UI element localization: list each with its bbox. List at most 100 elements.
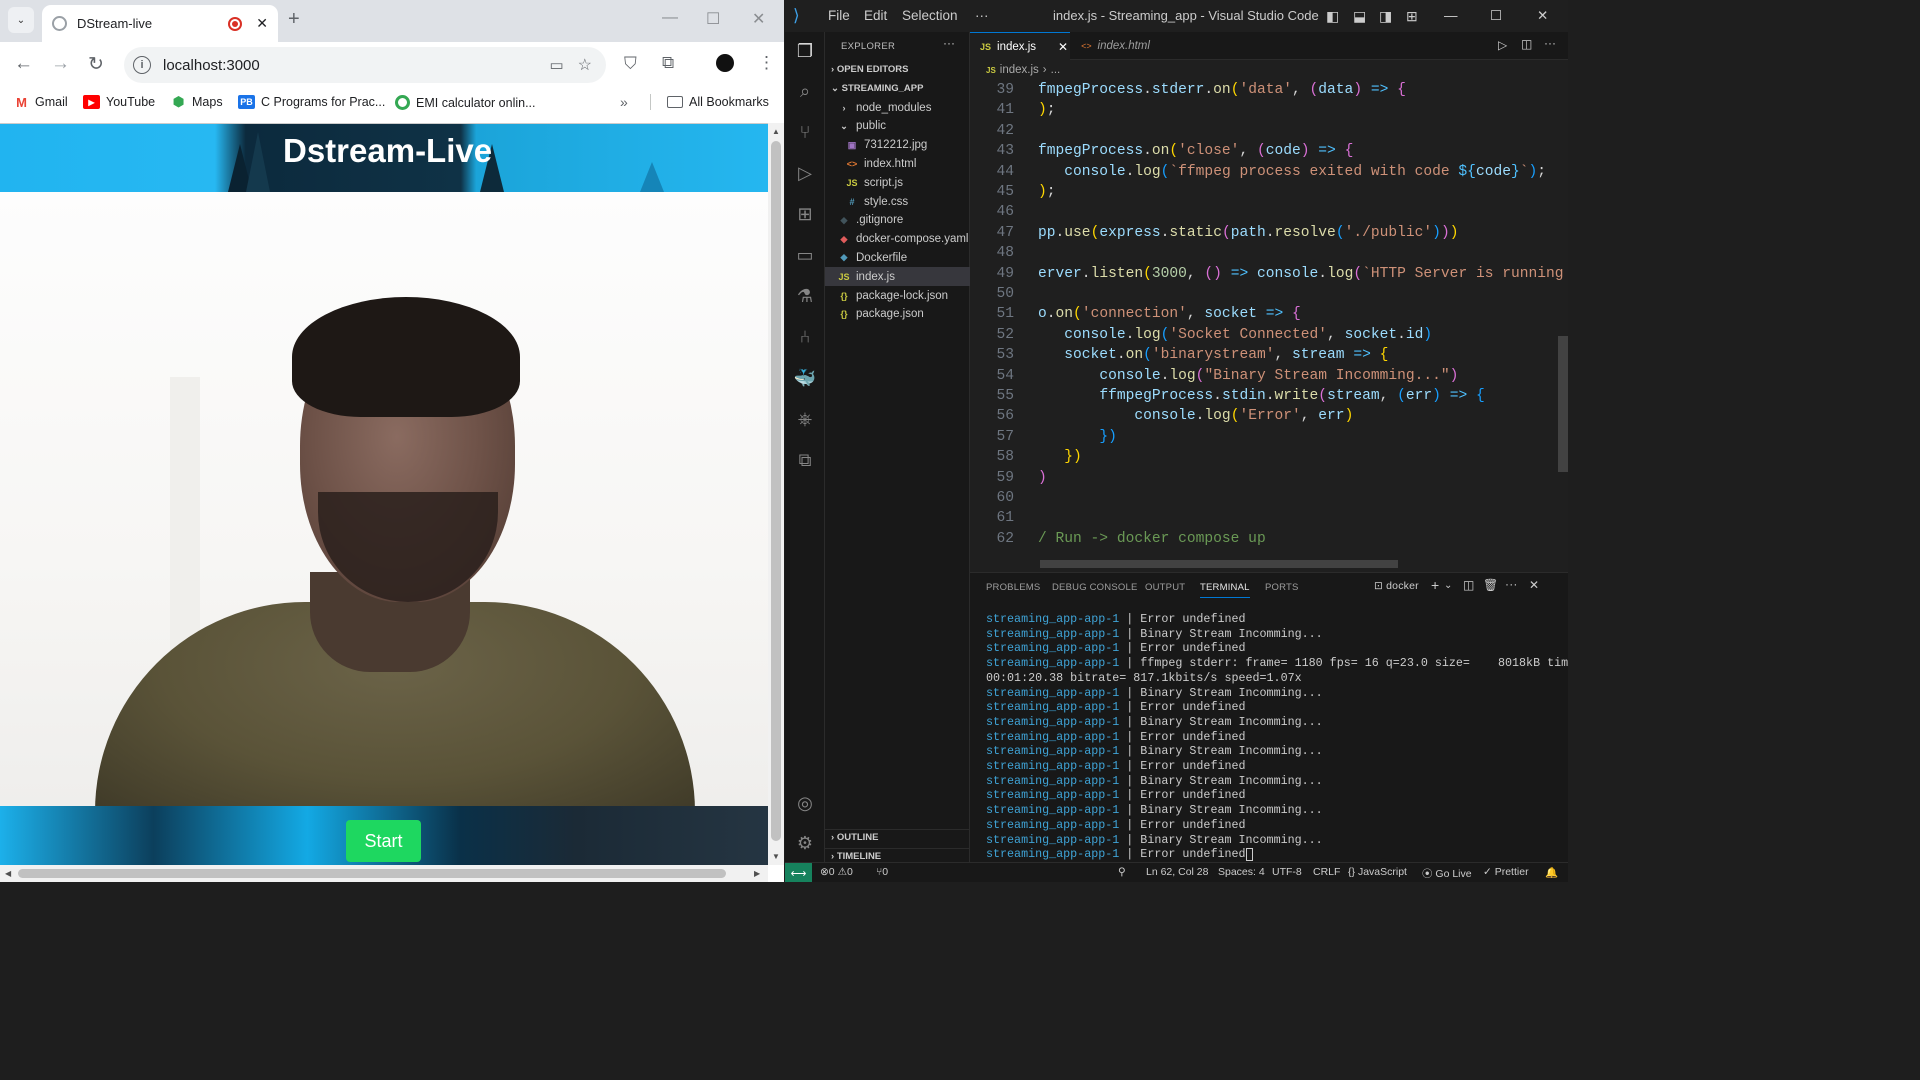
close-panel-icon[interactable]: ✕: [1529, 578, 1539, 592]
file-tree-item[interactable]: ⌄ public: [825, 117, 970, 136]
tab-output[interactable]: OUTPUT: [1145, 582, 1185, 593]
terminal-selector[interactable]: ⊡ docker: [1374, 580, 1419, 592]
editor-more-icon[interactable]: ···: [1544, 36, 1556, 50]
timeline-section[interactable]: › TIMELINE: [825, 848, 970, 862]
eol[interactable]: CRLF: [1313, 866, 1340, 878]
menu-kebab-icon[interactable]: ⋮: [758, 53, 775, 73]
kill-terminal-icon[interactable]: 🗑: [1483, 578, 1498, 592]
close-tab-icon[interactable]: ✕: [1058, 40, 1068, 54]
file-tree-item[interactable]: <> index.html: [825, 154, 970, 173]
menu-edit[interactable]: Edit: [864, 8, 887, 23]
vscode-close-button[interactable]: ✕: [1537, 8, 1548, 24]
testing-icon[interactable]: ⚗: [794, 285, 816, 307]
tab-ports[interactable]: PORTS: [1265, 582, 1299, 593]
new-terminal-icon[interactable]: +: [1431, 577, 1439, 593]
browser-tab[interactable]: DStream-live ✕: [42, 5, 278, 42]
tab-problems[interactable]: PROBLEMS: [986, 582, 1040, 593]
back-button[interactable]: ←: [14, 53, 33, 75]
docker-icon[interactable]: 🐳: [794, 367, 816, 389]
reload-button[interactable]: ↻: [88, 53, 104, 76]
git-graph-icon[interactable]: ⑃: [794, 326, 816, 348]
zoom-icon[interactable]: ⚲: [1118, 866, 1126, 878]
file-tree-item[interactable]: JS index.js: [825, 267, 970, 287]
file-tree-item[interactable]: JS script.js: [825, 173, 970, 192]
file-tree-item[interactable]: {} package-lock.json: [825, 286, 970, 305]
bookmark-maps[interactable]: ⬢ Maps: [171, 94, 223, 109]
file-tree-item[interactable]: ◆ .gitignore: [825, 211, 970, 230]
language-mode[interactable]: {} JavaScript: [1348, 866, 1407, 878]
go-live-button[interactable]: ⦿ Go Live: [1422, 866, 1472, 881]
bookmark-c-programs[interactable]: PB C Programs for Prac...: [238, 95, 385, 109]
editor-vertical-scrollbar[interactable]: [1556, 80, 1568, 560]
tab-search-button[interactable]: ⌄: [8, 7, 34, 33]
more-bookmarks-icon[interactable]: »: [620, 94, 628, 110]
file-tree-item[interactable]: {} package.json: [825, 305, 970, 324]
remote-indicator-icon[interactable]: ⟷: [785, 863, 812, 882]
vertical-scrollbar[interactable]: ▲ ▼: [768, 123, 784, 865]
camera-icon[interactable]: ▭: [549, 56, 563, 74]
menu-more[interactable]: ···: [975, 8, 989, 23]
open-editors-section[interactable]: › OPEN EDITORS: [825, 64, 970, 75]
breadcrumb-file[interactable]: index.js: [1000, 64, 1039, 76]
start-button[interactable]: Start: [346, 820, 421, 862]
minimize-button[interactable]: —: [662, 9, 678, 27]
run-debug-icon[interactable]: ▷: [794, 162, 816, 184]
code-editor[interactable]: 39 fmpegProcess.stderr.on('data', (data) …: [970, 80, 1568, 560]
project-manager-icon[interactable]: ⧉: [794, 449, 816, 471]
close-tab-icon[interactable]: ✕: [256, 15, 268, 32]
project-section[interactable]: ⌄ STREAMING_APP: [825, 83, 970, 94]
kubernetes-icon[interactable]: ⎈: [794, 408, 816, 430]
split-terminal-icon[interactable]: ◫: [1463, 578, 1475, 592]
menu-selection[interactable]: Selection: [902, 8, 958, 23]
close-window-button[interactable]: ✕: [752, 9, 765, 29]
tab-terminal[interactable]: TERMINAL: [1200, 582, 1250, 598]
address-bar[interactable]: i localhost:3000 ▭ ☆: [124, 47, 606, 83]
shield-icon[interactable]: ⛉: [624, 54, 637, 74]
prettier-status[interactable]: ✓ Prettier: [1483, 866, 1529, 878]
remote-explorer-icon[interactable]: ▭: [794, 244, 816, 266]
terminal-dropdown-icon[interactable]: ⌄: [1444, 580, 1453, 591]
search-icon[interactable]: ⌕: [794, 80, 816, 102]
explorer-icon[interactable]: ❐: [794, 40, 816, 62]
split-editor-icon[interactable]: ◫: [1521, 37, 1532, 51]
file-tree-item[interactable]: › node_modules: [825, 98, 970, 117]
settings-gear-icon[interactable]: ⚙: [794, 832, 816, 854]
tab-index-js[interactable]: JS index.js ✕: [970, 32, 1070, 60]
panel-more-icon[interactable]: ···: [1505, 577, 1518, 591]
customize-layout-icon[interactable]: ⊞: [1406, 8, 1418, 25]
extensions-icon[interactable]: ⊞: [794, 203, 816, 225]
ports-count[interactable]: ⑂0: [876, 866, 888, 878]
new-tab-button[interactable]: +: [288, 8, 300, 31]
bookmark-star-icon[interactable]: ☆: [578, 55, 592, 75]
vscode-maximize-button[interactable]: ☐: [1490, 8, 1502, 24]
outline-section[interactable]: › OUTLINE: [825, 829, 970, 843]
cursor-position[interactable]: Ln 62, Col 28: [1146, 866, 1208, 878]
explorer-more-icon[interactable]: ···: [943, 36, 955, 50]
indentation[interactable]: Spaces: 4: [1218, 866, 1265, 878]
file-tree-item[interactable]: ◆ docker-compose.yaml: [825, 230, 970, 249]
bookmark-emi[interactable]: EMI calculator onlin...: [395, 95, 536, 110]
horizontal-scrollbar[interactable]: ◀ ▶: [0, 865, 768, 882]
toggle-secondary-sidebar-icon[interactable]: ◨: [1379, 8, 1392, 25]
tab-index-html[interactable]: <> index.html: [1071, 32, 1166, 60]
all-bookmarks[interactable]: All Bookmarks: [667, 95, 769, 109]
source-control-icon[interactable]: ⑂: [794, 121, 816, 143]
errors-count[interactable]: ⊗0 ⚠0: [820, 866, 853, 878]
notifications-bell-icon[interactable]: 🔔: [1545, 866, 1558, 879]
maximize-button[interactable]: ☐: [706, 9, 720, 29]
toggle-panel-icon[interactable]: ⬓: [1353, 8, 1366, 25]
site-info-icon[interactable]: i: [133, 56, 151, 74]
run-file-icon[interactable]: ▷: [1498, 38, 1507, 52]
bookmark-youtube[interactable]: ▶ YouTube: [83, 95, 155, 109]
editor-horizontal-scrollbar[interactable]: [1040, 560, 1398, 568]
accounts-icon[interactable]: ◎: [794, 792, 816, 814]
encoding[interactable]: UTF-8: [1272, 866, 1302, 878]
bookmark-gmail[interactable]: M Gmail: [14, 95, 68, 110]
terminal-output[interactable]: streaming_app-app-1 | Error undefined str…: [986, 612, 1568, 862]
vscode-minimize-button[interactable]: —: [1444, 8, 1458, 23]
tab-debug-console[interactable]: DEBUG CONSOLE: [1052, 582, 1137, 593]
breadcrumb-symbol[interactable]: ...: [1051, 64, 1061, 76]
file-tree-item[interactable]: # style.css: [825, 192, 970, 211]
forward-button[interactable]: →: [51, 53, 70, 75]
profile-avatar[interactable]: [716, 54, 734, 72]
